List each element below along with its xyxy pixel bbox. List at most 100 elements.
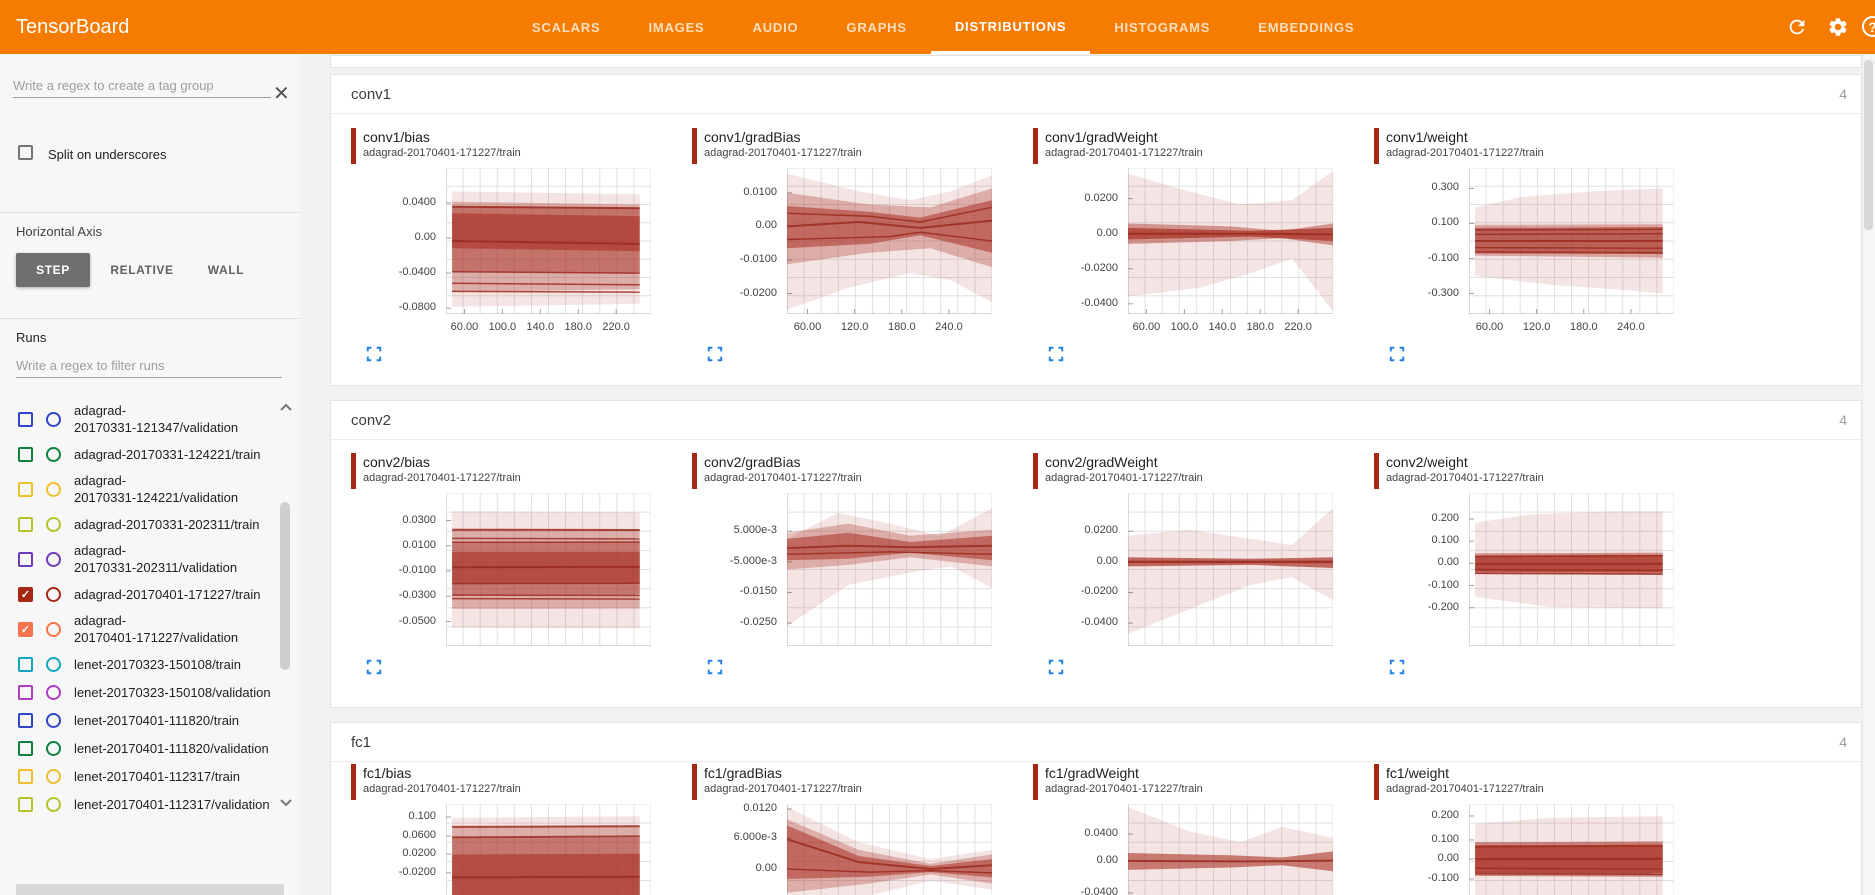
chart-tag-color-bar xyxy=(1033,453,1038,489)
expand-chart-icon[interactable] xyxy=(1048,659,1064,675)
y-axis-tick-label: 0.0120 xyxy=(692,802,777,814)
chart-run-subtitle: adagrad-20170401-171227/train xyxy=(1045,783,1203,795)
section-title: conv1 xyxy=(351,86,391,103)
chart-title: conv1/gradBias xyxy=(704,129,801,145)
run-item[interactable]: adagrad-20170331-202311/train xyxy=(0,510,278,538)
tab-graphs[interactable]: GRAPHS xyxy=(822,0,930,54)
section-chart-count: 4 xyxy=(1839,412,1847,428)
refresh-icon[interactable] xyxy=(1786,16,1810,40)
run-item[interactable]: lenet-20170401-111820/validation xyxy=(0,734,278,762)
section-header[interactable]: conv14 xyxy=(331,75,1861,114)
tag-group-regex-input[interactable] xyxy=(13,74,271,98)
chart-tag-color-bar xyxy=(351,128,356,164)
chart-title: conv1/bias xyxy=(363,129,430,145)
run-checkbox[interactable] xyxy=(18,412,33,427)
tab-embeddings[interactable]: EMBEDDINGS xyxy=(1234,0,1378,54)
section-title: fc1 xyxy=(351,734,371,751)
expand-chart-icon[interactable] xyxy=(1389,659,1405,675)
y-axis-tick-label: -0.0200 xyxy=(351,866,436,878)
tab-images[interactable]: IMAGES xyxy=(624,0,728,54)
run-item-label: lenet-20170323-150108/train xyxy=(74,656,241,673)
section-title: conv2 xyxy=(351,412,391,429)
tab-scalars[interactable]: SCALARS xyxy=(508,0,624,54)
expand-chart-icon[interactable] xyxy=(366,346,382,362)
divider xyxy=(0,212,300,213)
run-item[interactable]: adagrad-20170331-121347/validation xyxy=(0,398,278,440)
expand-chart-icon[interactable] xyxy=(1048,346,1064,362)
chart-tag-color-bar xyxy=(692,764,697,800)
main-scrollbar-thumb[interactable] xyxy=(1864,60,1873,230)
expand-chart-icon[interactable] xyxy=(707,659,723,675)
y-axis-tick-label: 0.0400 xyxy=(351,196,436,208)
settings-icon[interactable] xyxy=(1827,16,1851,40)
chart-run-subtitle: adagrad-20170401-171227/train xyxy=(704,472,862,484)
run-checkbox[interactable] xyxy=(18,685,33,700)
run-item[interactable]: lenet-20170401-111820/train xyxy=(0,706,278,734)
expand-chart-icon[interactable] xyxy=(1389,346,1405,362)
run-checkbox[interactable] xyxy=(18,741,33,756)
y-axis-tick-label: 0.100 xyxy=(351,810,436,822)
run-item[interactable]: ✓adagrad-20170401-171227/train xyxy=(0,580,278,608)
run-item[interactable]: lenet-20170323-150108/validation xyxy=(0,678,278,706)
close-icon[interactable]: ✕ xyxy=(273,84,290,104)
distribution-plot xyxy=(1469,168,1674,314)
section-header[interactable]: conv2 4 xyxy=(331,401,1861,440)
y-axis-tick-label: 0.00 xyxy=(1033,555,1118,567)
section-card-conv2: conv2 4 conv2/bias adagrad-20170401-171227/… xyxy=(330,400,1862,708)
horizontal-axis-label: Horizontal Axis xyxy=(16,224,102,239)
y-axis-tick-label: 0.00 xyxy=(1033,227,1118,239)
run-item[interactable]: adagrad-20170331-202311/validation xyxy=(0,538,278,580)
run-item[interactable]: ✓adagrad-20170401-171227/validation xyxy=(0,608,278,650)
y-axis-tick-label: -0.0400 xyxy=(1033,886,1118,895)
chart-title: conv2/gradWeight xyxy=(1045,454,1158,470)
run-item[interactable]: adagrad-20170331-124221/train xyxy=(0,440,278,468)
toggle-all-runs-button[interactable]: TOGGLE ALL RUNS xyxy=(16,884,284,895)
chart-title: conv2/bias xyxy=(363,454,430,470)
divider xyxy=(0,318,300,319)
y-axis-tick-label: 5.000e-3 xyxy=(692,524,777,536)
run-checkbox[interactable]: ✓ xyxy=(18,622,33,637)
run-color-circle xyxy=(46,741,61,756)
run-checkbox[interactable] xyxy=(18,517,33,532)
scroll-down-icon[interactable] xyxy=(278,796,294,808)
y-axis-tick-label: -0.0100 xyxy=(692,253,777,265)
run-checkbox[interactable] xyxy=(18,797,33,812)
run-checkbox[interactable] xyxy=(18,769,33,784)
axis-button-relative[interactable]: RELATIVE xyxy=(98,253,186,287)
y-axis-tick-label: -0.0150 xyxy=(692,585,777,597)
run-checkbox[interactable] xyxy=(18,552,33,567)
axis-button-step[interactable]: STEP xyxy=(16,253,90,287)
section-header[interactable]: fc14 xyxy=(331,723,1861,762)
run-checkbox[interactable]: ✓ xyxy=(18,587,33,602)
y-axis-tick-label: -0.0400 xyxy=(1033,297,1118,309)
help-icon[interactable]: ? xyxy=(1862,16,1875,40)
tab-audio[interactable]: AUDIO xyxy=(729,0,823,54)
run-checkbox[interactable] xyxy=(18,482,33,497)
run-item[interactable]: lenet-20170323-150108/train xyxy=(0,650,278,678)
run-checkbox[interactable] xyxy=(18,447,33,462)
run-item[interactable]: lenet-20170401-112317/train xyxy=(0,762,278,790)
run-color-circle xyxy=(46,552,61,567)
axis-button-wall[interactable]: WALL xyxy=(194,253,258,287)
run-item[interactable]: lenet-20170401-112317/validation xyxy=(0,790,278,818)
scroll-up-icon[interactable] xyxy=(278,402,294,414)
run-checkbox[interactable] xyxy=(18,713,33,728)
tab-histograms[interactable]: HISTOGRAMS xyxy=(1090,0,1234,54)
y-axis-tick-label: -0.0200 xyxy=(1033,585,1118,597)
run-checkbox[interactable] xyxy=(18,657,33,672)
run-item-label: adagrad-20170331-124221/validation xyxy=(74,472,238,506)
run-color-circle xyxy=(46,769,61,784)
expand-chart-icon[interactable] xyxy=(366,659,382,675)
runs-label: Runs xyxy=(16,330,46,345)
run-item[interactable]: adagrad-20170331-124221/validation xyxy=(0,468,278,510)
split-underscores-checkbox[interactable] xyxy=(18,145,33,160)
y-axis-tick-label: 0.00 xyxy=(692,219,777,231)
y-axis-tick-label: 0.0100 xyxy=(351,539,436,551)
chart-run-subtitle: adagrad-20170401-171227/train xyxy=(363,147,521,159)
runs-scrollbar-thumb[interactable] xyxy=(280,502,290,670)
tab-distributions[interactable]: DISTRIBUTIONS xyxy=(931,0,1091,54)
chart-tag-color-bar xyxy=(1033,128,1038,164)
y-axis-tick-label: -0.100 xyxy=(1374,872,1459,884)
expand-chart-icon[interactable] xyxy=(707,346,723,362)
runs-filter-input[interactable] xyxy=(16,354,282,378)
